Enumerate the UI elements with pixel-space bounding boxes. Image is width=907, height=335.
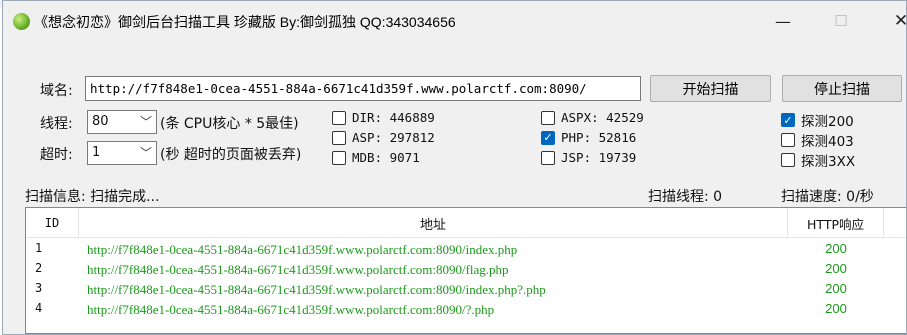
- row-id: 2: [35, 261, 43, 275]
- start-scan-button[interactable]: 开始扫描: [650, 75, 771, 102]
- checkbox-box[interactable]: ✓: [541, 130, 555, 145]
- dict-asp-label: ASP: 297812: [352, 130, 435, 145]
- row-url: http://f7f848e1-0cea-4551-884a-6671c41d3…: [87, 262, 509, 277]
- chevron-down-icon: ﹀: [139, 115, 152, 129]
- row-url: http://f7f848e1-0cea-4551-884a-6671c41d3…: [87, 242, 518, 257]
- checkbox-box[interactable]: [332, 110, 346, 125]
- dict-aspx-checkbox[interactable]: ASPX: 42529: [541, 110, 644, 125]
- chevron-down-icon: ﹀: [139, 146, 152, 160]
- row-http-code: 200: [825, 241, 847, 256]
- row-id: 1: [35, 241, 43, 255]
- probe-200-label: 探测200: [801, 114, 854, 130]
- probe-403-checkbox[interactable]: 探测403: [781, 130, 854, 150]
- column-header-filler: [884, 208, 906, 238]
- probe-200-checkbox[interactable]: ✓ 探测200: [781, 110, 854, 130]
- results-list[interactable]: ID 地址 HTTP响应 1 http://f7f848e1-0cea-4551…: [25, 207, 906, 334]
- dict-php-checkbox[interactable]: ✓ PHP: 52816: [541, 130, 636, 145]
- window-title: 《想念初恋》御剑后台扫描工具 珍藏版 By:御剑孤独 QQ:343034656: [34, 14, 456, 30]
- dict-dir-label: DIR: 446889: [352, 110, 435, 125]
- dict-jsp-checkbox[interactable]: JSP: 19739: [541, 150, 636, 165]
- dict-php-label: PHP: 52816: [561, 130, 637, 145]
- checkbox-box[interactable]: ✓: [781, 113, 795, 127]
- domain-input[interactable]: http://f7f848e1-0cea-4551-884a-6671c41d3…: [85, 76, 641, 101]
- dict-dir-checkbox[interactable]: DIR: 446889: [332, 110, 435, 125]
- row-http-code: 200: [825, 281, 847, 296]
- threads-hint: (条 CPU核心 * 5最佳): [160, 116, 299, 132]
- minimize-button[interactable]: —: [763, 7, 803, 35]
- table-row[interactable]: 4 http://f7f848e1-0cea-4551-884a-6671c41…: [26, 299, 906, 319]
- stop-scan-button[interactable]: 停止扫描: [782, 75, 902, 102]
- row-id: 3: [35, 281, 43, 295]
- results-header: ID 地址 HTTP响应: [26, 208, 906, 238]
- row-url: http://f7f848e1-0cea-4551-884a-6671c41d3…: [87, 302, 495, 317]
- app-window: 《想念初恋》御剑后台扫描工具 珍藏版 By:御剑孤独 QQ:343034656 …: [2, 0, 907, 335]
- checkbox-box[interactable]: [541, 110, 555, 125]
- app-icon: [13, 13, 30, 30]
- row-http-code: 200: [825, 261, 847, 276]
- timeout-select[interactable]: 1 ﹀: [87, 141, 157, 165]
- dict-aspx-label: ASPX: 42529: [561, 110, 644, 125]
- column-header-url[interactable]: 地址: [79, 208, 788, 238]
- probe-3xx-checkbox[interactable]: 探测3XX: [781, 150, 855, 170]
- row-url: http://f7f848e1-0cea-4551-884a-6671c41d3…: [87, 282, 546, 297]
- timeout-value: 1: [92, 145, 101, 160]
- dict-asp-checkbox[interactable]: ASP: 297812: [332, 130, 435, 145]
- close-button[interactable]: ✕: [881, 7, 907, 35]
- checkbox-box[interactable]: [781, 153, 795, 167]
- checkbox-box[interactable]: [332, 130, 346, 145]
- row-id: 4: [35, 301, 43, 315]
- checkbox-box[interactable]: [541, 150, 555, 165]
- main-panel: 域名: http://f7f848e1-0cea-4551-884a-6671c…: [3, 43, 906, 334]
- column-header-http[interactable]: HTTP响应: [788, 208, 884, 238]
- column-header-id[interactable]: ID: [26, 208, 79, 238]
- title-bar[interactable]: 《想念初恋》御剑后台扫描工具 珍藏版 By:御剑孤独 QQ:343034656 …: [3, 1, 907, 43]
- scan-speed: 扫描速度: 0/秒: [781, 189, 874, 205]
- table-row[interactable]: 2 http://f7f848e1-0cea-4551-884a-6671c41…: [26, 259, 906, 279]
- checkbox-box[interactable]: [781, 133, 795, 147]
- row-http-code: 200: [825, 301, 847, 316]
- timeout-hint: (秒 超时的页面被丢弃): [160, 147, 302, 163]
- checkbox-box[interactable]: [332, 150, 346, 165]
- threads-select[interactable]: 80 ﹀: [87, 110, 157, 134]
- threads-value: 80: [92, 114, 109, 129]
- threads-label: 线程:: [40, 116, 73, 132]
- scan-info: 扫描信息: 扫描完成...: [25, 189, 160, 205]
- table-row[interactable]: 3 http://f7f848e1-0cea-4551-884a-6671c41…: [26, 279, 906, 299]
- dict-mdb-checkbox[interactable]: MDB: 9071: [332, 150, 420, 165]
- timeout-label: 超时:: [40, 147, 73, 163]
- probe-3xx-label: 探测3XX: [801, 154, 856, 170]
- dict-jsp-label: JSP: 19739: [561, 150, 637, 165]
- domain-label: 域名:: [40, 83, 73, 99]
- maximize-button[interactable]: ☐: [821, 7, 861, 35]
- table-row[interactable]: 1 http://f7f848e1-0cea-4551-884a-6671c41…: [26, 239, 906, 259]
- dict-mdb-label: MDB: 9071: [352, 150, 420, 165]
- probe-403-label: 探测403: [801, 134, 854, 150]
- scan-threads: 扫描线程: 0: [648, 189, 723, 205]
